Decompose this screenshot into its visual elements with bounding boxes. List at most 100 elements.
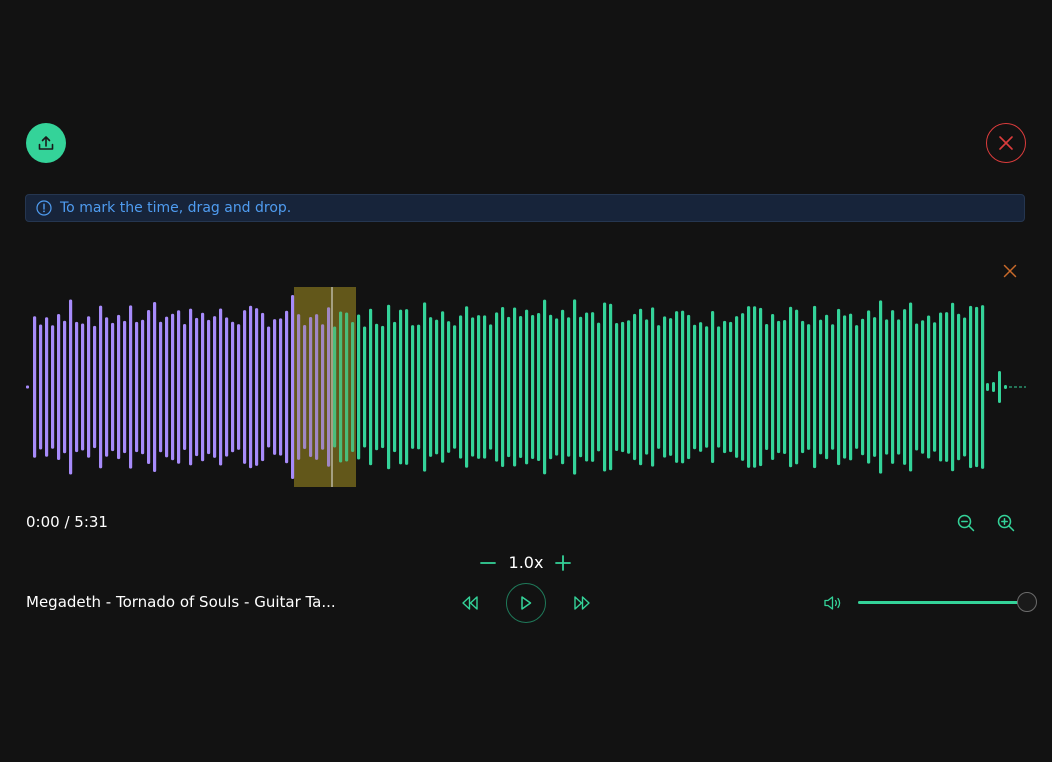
waveform-bar [741, 313, 745, 461]
waveform-bar [735, 316, 739, 458]
waveform-bar [699, 322, 703, 452]
time-display: 0:00 / 5:31 [26, 513, 108, 531]
waveform-bar [885, 319, 889, 455]
waveform-bar [147, 309, 151, 465]
fast-forward-icon [574, 596, 590, 610]
waveform-bar [51, 325, 55, 449]
waveform-bar [417, 324, 421, 450]
waveform-bar [357, 314, 361, 460]
waveform-bar [255, 308, 259, 466]
rate-increase-button[interactable] [552, 552, 574, 574]
waveform-bar [33, 316, 37, 458]
waveform-bar [681, 310, 685, 464]
waveform-bar [189, 308, 193, 466]
waveform-bar [285, 310, 289, 464]
waveform-bar [267, 326, 271, 448]
waveform-bar [291, 295, 295, 479]
volume-slider[interactable] [858, 592, 1037, 614]
waveform-bar [93, 325, 97, 449]
waveform-bar [603, 302, 607, 472]
waveform-bar [279, 318, 283, 456]
waveform-bar [651, 307, 655, 467]
rewind-button[interactable] [458, 592, 482, 614]
waveform-bar [777, 320, 781, 454]
zoom-out-icon [957, 514, 975, 532]
waveform-bar [609, 303, 613, 471]
waveform-bar [63, 320, 67, 454]
waveform-bar [825, 314, 829, 460]
waveform-bar [153, 302, 157, 472]
waveform-bar [507, 316, 511, 458]
zoom-in-button[interactable] [995, 512, 1017, 534]
upload-icon [38, 136, 54, 150]
waveform-bar [765, 324, 769, 450]
waveform-bar [537, 313, 541, 461]
waveform-bar [411, 325, 415, 449]
waveform-bar [525, 309, 529, 465]
waveform-bar [627, 320, 631, 454]
waveform-bar [705, 326, 709, 448]
waveform-bar [992, 382, 995, 392]
waveform-bar [117, 314, 121, 460]
waveform-bar [669, 318, 673, 456]
waveform-canvas[interactable] [0, 285, 1052, 489]
waveform-bar [387, 304, 391, 470]
waveform-bar [945, 312, 949, 462]
waveform-bar [783, 319, 787, 455]
waveform-bar [573, 299, 577, 475]
waveform-bar [633, 313, 637, 461]
waveform-bar [141, 319, 145, 455]
waveform-bar [687, 314, 691, 460]
waveform-bar [747, 306, 751, 468]
waveform-bar [165, 316, 169, 458]
waveform-bar [771, 314, 775, 460]
waveform-bar [87, 316, 91, 458]
waveform-bar [183, 324, 187, 450]
waveform-bar [831, 324, 835, 450]
play-button[interactable] [506, 583, 546, 623]
plus-icon [555, 555, 571, 571]
waveform-bar [459, 315, 463, 459]
waveform-bar [837, 308, 841, 466]
waveform-bar [981, 305, 985, 469]
waveform-bar [969, 305, 973, 469]
volume-button[interactable] [822, 593, 844, 613]
waveform-bar [951, 302, 955, 472]
playback-rate: 1.0x [508, 553, 544, 572]
waveform-bar [639, 308, 643, 466]
close-button[interactable] [986, 123, 1026, 163]
waveform-bar [843, 315, 847, 459]
waveform-bar [855, 325, 859, 449]
play-icon [521, 596, 532, 610]
waveform-bar [381, 325, 385, 449]
volume-thumb[interactable] [1017, 592, 1037, 612]
close-icon [1003, 264, 1017, 278]
waveform-bar [405, 309, 409, 465]
waveform-bar [675, 311, 679, 463]
clear-region-button[interactable] [1001, 262, 1019, 280]
waveform-bar [998, 371, 1001, 403]
waveform-bar [513, 307, 517, 467]
waveform-bar [519, 316, 523, 458]
waveform-bar [975, 306, 979, 468]
fast-forward-button[interactable] [570, 592, 594, 614]
waveform-bar [915, 323, 919, 451]
zoom-in-icon [997, 514, 1015, 532]
waveform-bar [393, 321, 397, 453]
volume-fill [858, 601, 1026, 604]
waveform-bar [849, 313, 853, 461]
waveform-bar [423, 302, 427, 472]
waveform-bar [567, 317, 571, 457]
upload-button[interactable] [26, 123, 66, 163]
volume-icon [824, 596, 841, 610]
rate-decrease-button[interactable] [477, 552, 499, 574]
waveform-bar [477, 315, 481, 459]
waveform-bar [129, 305, 133, 469]
waveform-bar [399, 309, 403, 465]
waveform-bar [963, 317, 967, 457]
waveform-bar [495, 312, 499, 462]
info-circle-icon [36, 200, 52, 216]
waveform-bar [555, 318, 559, 456]
zoom-out-button[interactable] [955, 512, 977, 534]
waveform[interactable] [0, 285, 1052, 489]
